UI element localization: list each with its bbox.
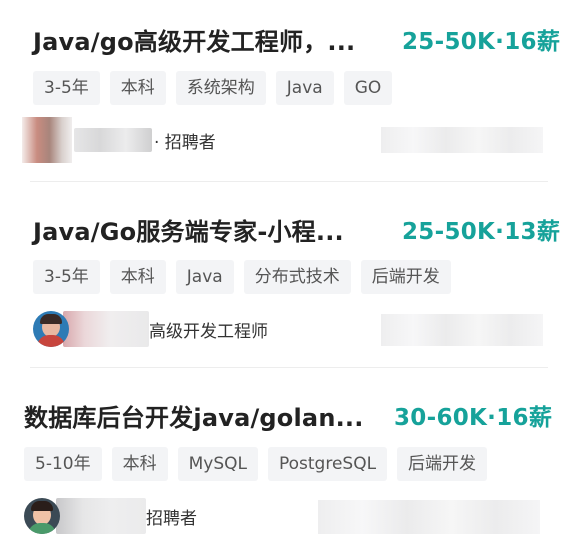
job-tag: 分布式技术 (243, 260, 351, 294)
recruiter-info[interactable]: 招聘者 (24, 496, 197, 536)
recruiter-name-blurred (74, 128, 152, 152)
avatar (22, 117, 72, 163)
job-title[interactable]: 数据库后台开发java/golan... (24, 398, 364, 433)
recruiter-info[interactable]: · 招聘者 (22, 117, 216, 163)
job-tag: GO (343, 71, 393, 105)
job-card[interactable]: Java/go高级开发工程师，... 25-50K·16薪 3-5年 本科 系统… (0, 0, 573, 182)
job-tag: 系统架构 (175, 71, 266, 105)
job-tag: Java (275, 71, 334, 105)
job-tag: PostgreSQL (267, 447, 388, 481)
company-info-blurred (381, 127, 543, 153)
divider (30, 367, 548, 368)
job-card[interactable]: Java/Go服务端专家-小程... 25-50K·13薪 3-5年 本科 Ja… (0, 182, 573, 370)
job-tag: 5-10年 (24, 447, 102, 481)
job-tag: 3-5年 (33, 71, 100, 105)
job-tag: 3-5年 (33, 260, 100, 294)
job-tags: 3-5年 本科 Java 分布式技术 后端开发 (33, 260, 451, 294)
job-tags: 3-5年 本科 系统架构 Java GO (33, 71, 393, 105)
job-tags: 5-10年 本科 MySQL PostgreSQL 后端开发 (24, 447, 488, 481)
job-tag: Java (175, 260, 234, 294)
job-tag: 后端开发 (360, 260, 451, 294)
job-tag: 本科 (109, 260, 166, 294)
avatar (33, 311, 69, 347)
job-salary: 25-50K·16薪 (402, 29, 561, 55)
job-tag: 后端开发 (397, 447, 488, 481)
job-title[interactable]: Java/go高级开发工程师，... (33, 22, 355, 57)
job-salary: 25-50K·13薪 (402, 219, 561, 245)
job-tag: MySQL (177, 447, 258, 481)
recruiter-name-blurred (63, 311, 149, 347)
recruiter-title: 招聘者 (146, 508, 197, 529)
job-salary: 30-60K·16薪 (394, 405, 553, 431)
job-card[interactable]: 数据库后台开发java/golan... 30-60K·16薪 5-10年 本科… (0, 370, 573, 556)
job-tag: 本科 (111, 447, 168, 481)
company-info-blurred (381, 314, 543, 346)
avatar (24, 498, 60, 534)
recruiter-name-blurred (56, 498, 146, 534)
recruiter-title: 高级开发工程师 (149, 321, 268, 342)
job-title[interactable]: Java/Go服务端专家-小程... (33, 212, 344, 247)
company-info-blurred (318, 500, 540, 534)
recruiter-info[interactable]: 高级开发工程师 (33, 309, 268, 349)
job-tag: 本科 (109, 71, 166, 105)
recruiter-title: · 招聘者 (154, 132, 216, 153)
